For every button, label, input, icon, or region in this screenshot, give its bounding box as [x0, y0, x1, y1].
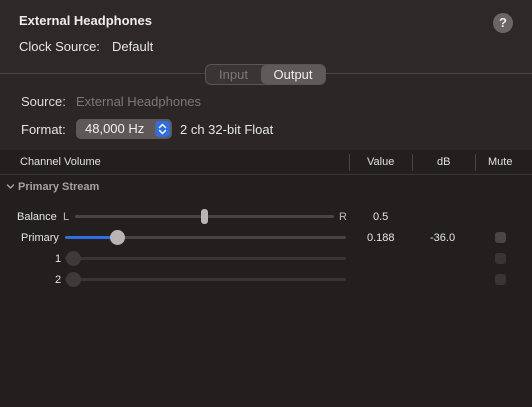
chevron-up-down-icon: [155, 121, 170, 137]
column-header-channel-volume[interactable]: Channel Volume: [20, 156, 101, 168]
tab-output[interactable]: Output: [261, 65, 325, 84]
format-select[interactable]: 48,000 Hz: [76, 119, 172, 139]
column-separator: [475, 154, 476, 171]
channel-1-mute-checkbox[interactable]: [495, 253, 506, 264]
source-value: External Headphones: [76, 94, 202, 109]
help-button[interactable]: ?: [493, 13, 513, 33]
format-description: 2 ch 32-bit Float: [180, 122, 274, 137]
tab-input[interactable]: Input: [206, 65, 261, 84]
channel-2-slider-track[interactable]: [65, 278, 346, 281]
column-separator: [349, 154, 350, 171]
column-separator: [412, 154, 413, 171]
channel-1-label: 1: [55, 253, 62, 265]
channel-1-slider-thumb[interactable]: [66, 251, 81, 266]
column-header-mute[interactable]: Mute: [488, 156, 512, 168]
balance-value: 0.5: [373, 211, 389, 223]
primary-channel-label: Primary: [21, 232, 59, 244]
table-header: Channel Volume Value dB Mute: [0, 150, 532, 175]
device-title: External Headphones: [19, 13, 152, 28]
chevron-down-icon[interactable]: [6, 182, 15, 193]
format-select-value: 48,000 Hz: [85, 121, 145, 136]
input-output-segmented-control[interactable]: Input Output: [205, 64, 326, 85]
header: External Headphones ? Clock Source: Defa…: [0, 0, 532, 74]
source-label: Source:: [21, 94, 66, 109]
format-label: Format:: [21, 122, 66, 137]
clock-source-value[interactable]: Default: [112, 39, 153, 54]
primary-volume-slider-thumb[interactable]: [110, 230, 125, 245]
channel-1-slider-track[interactable]: [65, 257, 346, 260]
primary-mute-checkbox[interactable]: [495, 232, 506, 243]
group-primary-stream[interactable]: Primary Stream: [18, 181, 99, 193]
balance-slider-thumb[interactable]: [201, 209, 208, 224]
column-header-db[interactable]: dB: [437, 156, 450, 168]
channel-2-mute-checkbox[interactable]: [495, 274, 506, 285]
balance-label: Balance: [17, 211, 57, 223]
column-header-value[interactable]: Value: [367, 156, 394, 168]
channel-2-label: 2: [55, 274, 62, 286]
primary-value: 0.188: [367, 232, 395, 244]
primary-db: -36.0: [430, 232, 456, 244]
clock-source-label: Clock Source:: [19, 39, 100, 54]
channel-2-slider-thumb[interactable]: [66, 272, 81, 287]
balance-left-label: L: [63, 211, 70, 223]
balance-right-label: R: [339, 211, 347, 223]
